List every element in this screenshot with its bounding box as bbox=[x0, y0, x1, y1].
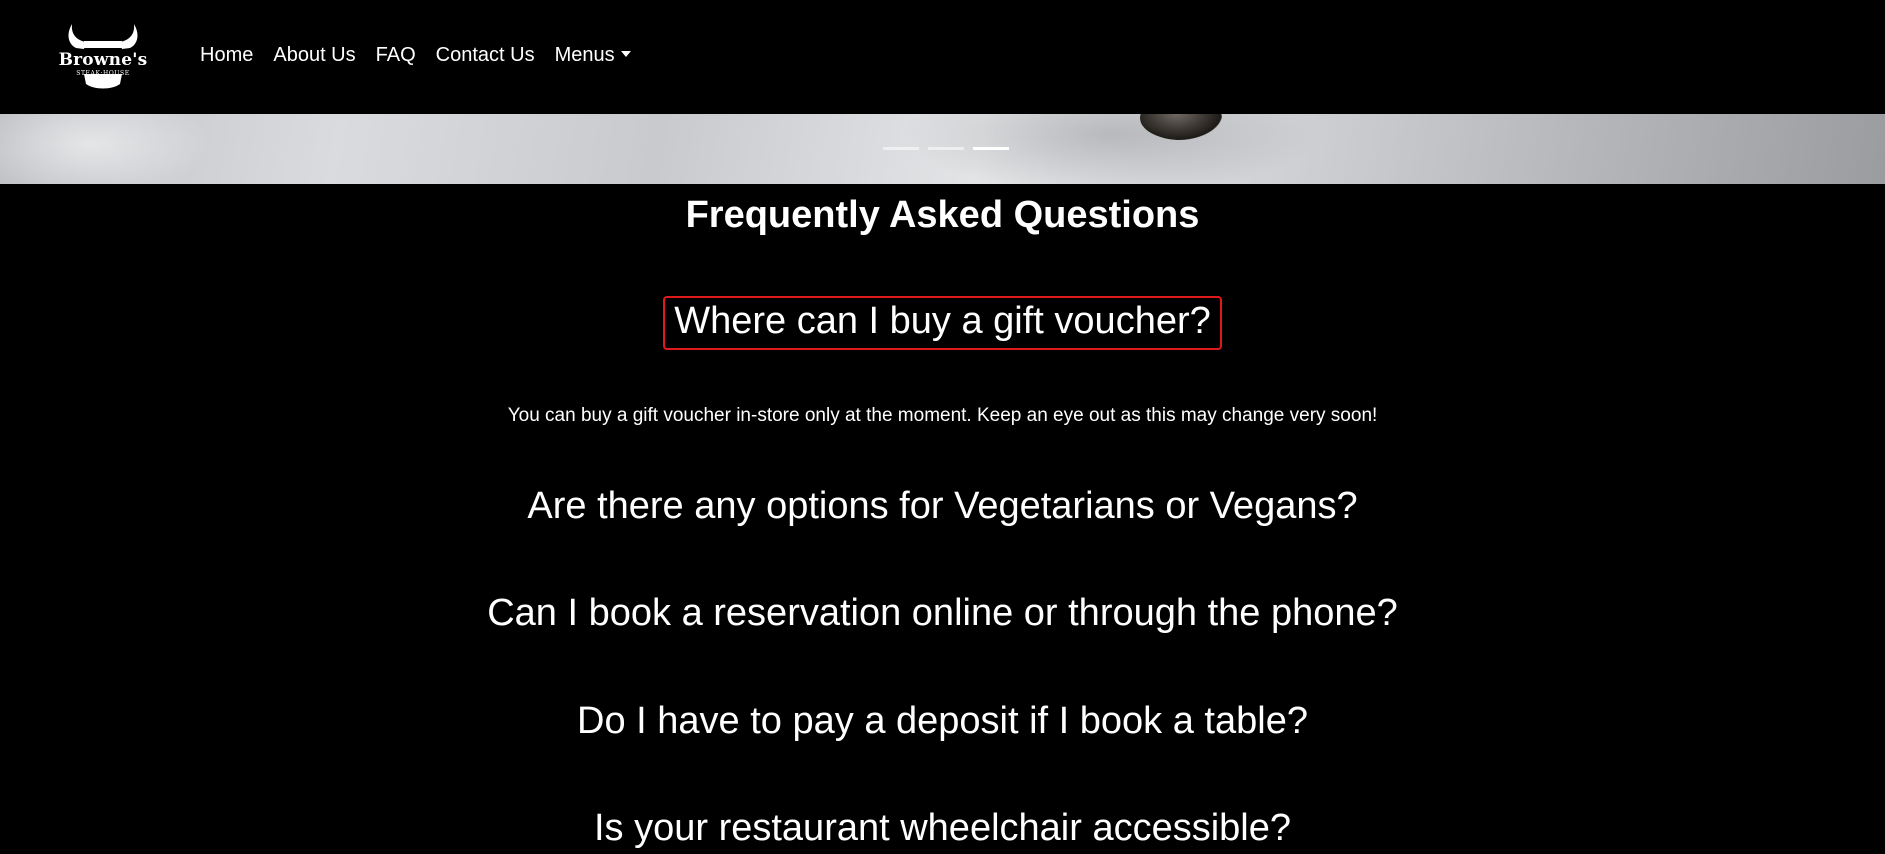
brand-logo[interactable]: Browne's STEAK·HOUSE bbox=[54, 22, 152, 92]
faq-title: Frequently Asked Questions bbox=[685, 194, 1200, 236]
nav-link-contact-us[interactable]: Contact Us bbox=[426, 44, 545, 67]
nav-link-home[interactable]: Home bbox=[190, 44, 263, 67]
faq-answer-gift-voucher: You can buy a gift voucher in-store only… bbox=[507, 405, 1378, 426]
carousel-indicator-3[interactable] bbox=[973, 147, 1009, 150]
faq-question-vegetarian: Are there any options for Vegetarians or… bbox=[0, 485, 1885, 528]
nav-dropdown-menus-label: Menus bbox=[554, 43, 615, 66]
nav-link-about-us[interactable]: About Us bbox=[263, 44, 365, 67]
faq-question-reservation-toggle[interactable]: Can I book a reservation online or throu… bbox=[487, 592, 1398, 634]
faq-question-gift-voucher: Where can I buy a gift voucher? bbox=[0, 296, 1885, 350]
faq-question-reservation: Can I book a reservation online or throu… bbox=[0, 592, 1885, 635]
faq-question-deposit: Do I have to pay a deposit if I book a t… bbox=[0, 700, 1885, 743]
faq-question-wheelchair: Is your restaurant wheelchair accessible… bbox=[0, 807, 1885, 850]
carousel-indicator-1[interactable] bbox=[883, 147, 919, 150]
faq-question-deposit-toggle[interactable]: Do I have to pay a deposit if I book a t… bbox=[577, 700, 1308, 742]
faq-question-gift-voucher-toggle[interactable]: Where can I buy a gift voucher? bbox=[663, 296, 1222, 350]
brand-name: Browne's bbox=[58, 50, 148, 70]
carousel-indicator-2[interactable] bbox=[928, 147, 964, 150]
nav-link-faq[interactable]: FAQ bbox=[366, 44, 426, 67]
navbar: Browne's STEAK·HOUSE Home About Us FAQ C… bbox=[0, 0, 1885, 114]
faq-question-wheelchair-toggle[interactable]: Is your restaurant wheelchair accessible… bbox=[594, 807, 1291, 849]
brand-tagline: STEAK·HOUSE bbox=[76, 70, 130, 77]
carousel-image-highlight bbox=[0, 114, 220, 184]
nav-dropdown-menus[interactable]: Menus bbox=[545, 44, 641, 67]
carousel-indicators bbox=[883, 147, 1009, 150]
caret-down-icon bbox=[620, 50, 631, 57]
faq-question-vegetarian-toggle[interactable]: Are there any options for Vegetarians or… bbox=[527, 485, 1357, 527]
main-nav: Home About Us FAQ Contact Us Menus bbox=[190, 40, 641, 70]
hero-carousel bbox=[0, 114, 1885, 184]
